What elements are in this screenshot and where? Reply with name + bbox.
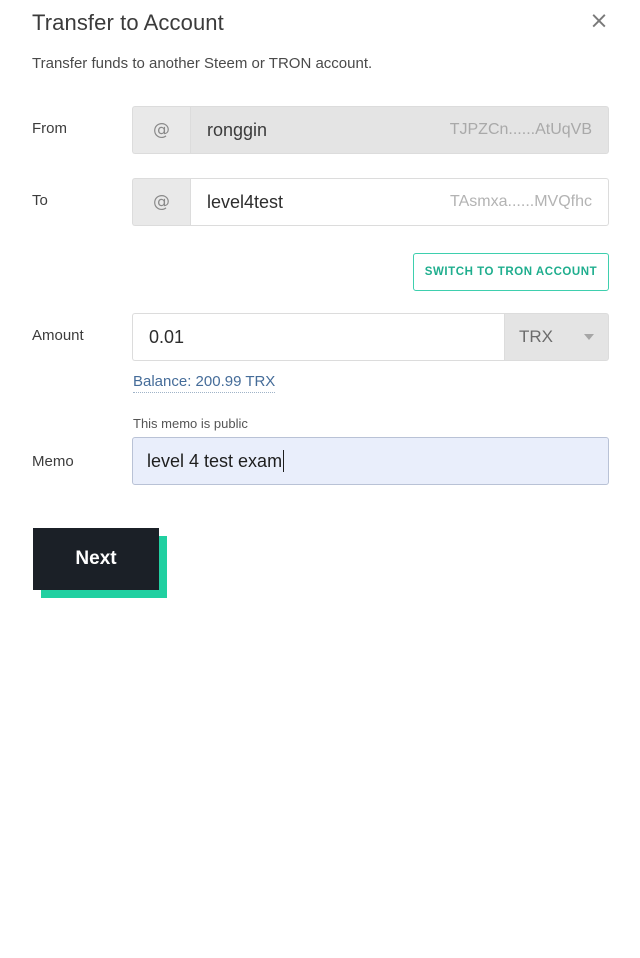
text-cursor	[283, 450, 285, 472]
transfer-dialog: Transfer to Account × Transfer funds to …	[0, 0, 640, 958]
memo-input[interactable]: level 4 test exam	[132, 437, 609, 485]
currency-value: TRX	[519, 327, 553, 346]
to-account-input[interactable]: level4test TAsmxa......MVQfhc	[190, 178, 609, 226]
memo-public-hint: This memo is public	[133, 416, 248, 431]
amount-input-group: 0.01 TRX	[132, 313, 609, 361]
to-row: To @ level4test TAsmxa......MVQfhc	[0, 178, 640, 226]
at-symbol-icon: @	[132, 178, 190, 226]
currency-select[interactable]: TRX	[504, 313, 609, 361]
page-title: Transfer to Account	[32, 10, 224, 35]
dialog-subtitle: Transfer funds to another Steem or TRON …	[32, 55, 373, 72]
to-account-value: level4test	[207, 191, 284, 212]
memo-value: level 4 test exam	[147, 450, 283, 471]
memo-label: Memo	[32, 453, 74, 470]
switch-to-tron-account-button[interactable]: SWITCH TO TRON ACCOUNT	[413, 253, 609, 291]
to-input-group[interactable]: @ level4test TAsmxa......MVQfhc	[132, 178, 609, 226]
from-account-value: ronggin	[207, 119, 268, 140]
to-label: To	[32, 192, 48, 209]
from-account-input: ronggin TJPZCn......AtUqVB	[190, 106, 609, 154]
from-label: From	[32, 120, 67, 137]
amount-input[interactable]: 0.01	[132, 313, 504, 361]
from-input-group: @ ronggin TJPZCn......AtUqVB	[132, 106, 609, 154]
from-row: From @ ronggin TJPZCn......AtUqVB	[0, 106, 640, 154]
close-icon[interactable]: ×	[586, 8, 612, 34]
at-symbol-icon: @	[132, 106, 190, 154]
next-button[interactable]: Next	[33, 528, 159, 590]
next-button-wrapper: Next	[33, 528, 167, 598]
balance-link[interactable]: Balance: 200.99 TRX	[133, 373, 276, 393]
from-tron-address: TJPZCn......AtUqVB	[449, 121, 592, 138]
amount-label: Amount	[32, 327, 84, 344]
chevron-down-icon	[584, 334, 594, 340]
to-tron-address: TAsmxa......MVQfhc	[450, 193, 592, 210]
